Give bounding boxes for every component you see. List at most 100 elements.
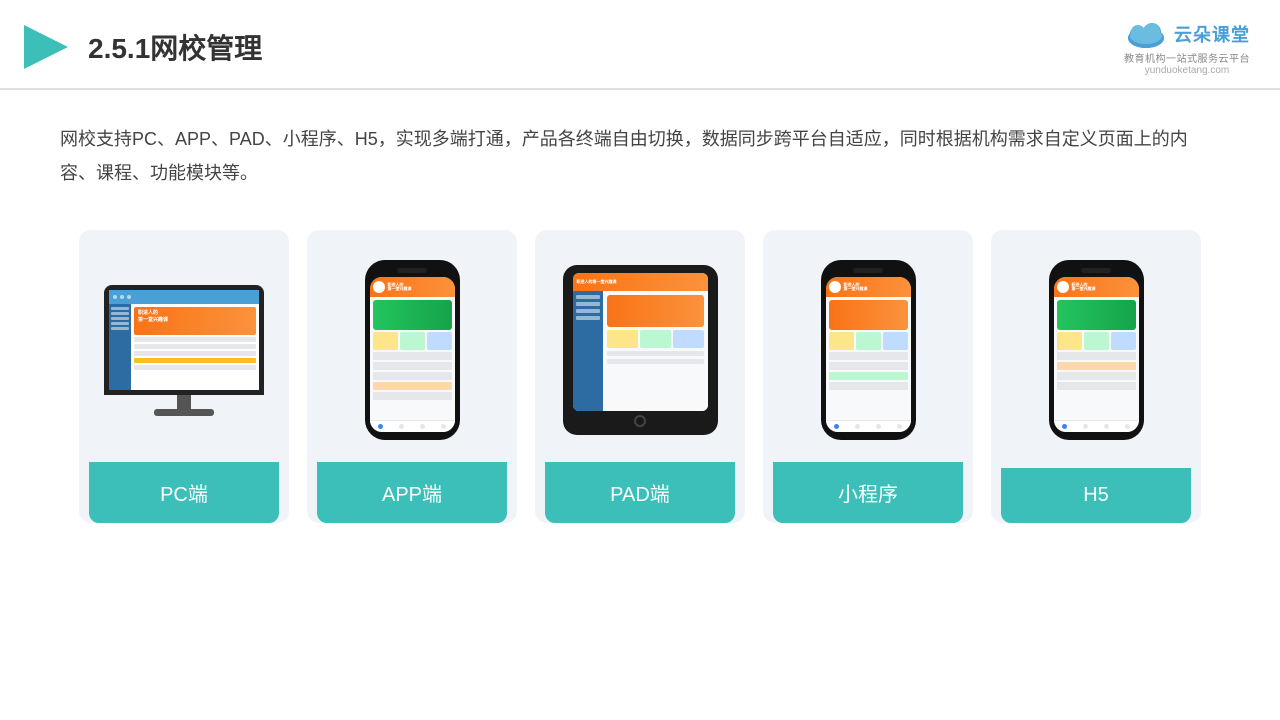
- miniapp-phone-screen: 职进人的第一堂兴趣课: [826, 277, 911, 432]
- app-list-1: [373, 352, 452, 360]
- miniapp-avatar: [829, 281, 841, 293]
- miniapp-bottom-dot-4: [897, 424, 902, 429]
- sidebar-bar-2: [111, 312, 129, 315]
- screen-top-bar: [109, 290, 259, 304]
- pad-screen-body: [573, 291, 708, 411]
- page-header: 2.5.1网校管理 云朵课堂 教育机构一站式服务云平台 yunduoketang…: [0, 0, 1280, 90]
- app-screen-top: 职进人的第一堂兴趣课: [370, 277, 455, 297]
- miniapp-bottom-dot-3: [876, 424, 881, 429]
- miniapp-screen-top: 职进人的第一堂兴趣课: [826, 277, 911, 297]
- h5-phone-screen: 职进人的第一堂兴趣课: [1054, 277, 1139, 432]
- h5-phone-mockup: 职进人的第一堂兴趣课: [1049, 260, 1144, 440]
- screen-dot-1: [113, 295, 117, 299]
- content-row-4: [134, 358, 256, 363]
- logo-subtitle: 教育机构一站式服务云平台: [1124, 50, 1250, 65]
- app-list-4: [373, 382, 452, 390]
- pad-main: [603, 291, 708, 411]
- monitor-screen: 职进人的第一堂兴趣课: [109, 290, 259, 390]
- content-row-5: [134, 365, 256, 370]
- monitor-body: 职进人的第一堂兴趣课: [104, 285, 264, 395]
- miniapp-image-area: 职进人的第一堂兴趣课: [773, 250, 963, 450]
- h5-list-3: [1057, 372, 1136, 380]
- app-grid-1: [373, 332, 398, 350]
- card-label-miniapp: 小程序: [773, 462, 963, 523]
- pad-screen-top: 职进人的第一堂兴趣课: [573, 273, 708, 291]
- app-avatar: [373, 281, 385, 293]
- pad-mockup: 职进人的第一堂兴趣课: [563, 265, 718, 435]
- logo-cloud: 云朵课堂: [1124, 18, 1250, 50]
- h5-grid-2: [1084, 332, 1109, 350]
- card-label-h5: H5: [1001, 468, 1191, 523]
- miniapp-list-1: [829, 352, 908, 360]
- h5-screen-body: [1054, 297, 1139, 420]
- h5-bottom-dot-3: [1104, 424, 1109, 429]
- h5-screen-top: 职进人的第一堂兴趣课: [1054, 277, 1139, 297]
- miniapp-bottom-dot-1: [834, 424, 839, 429]
- h5-banner: [1057, 300, 1136, 330]
- h5-bottom-bar: [1054, 420, 1139, 432]
- h5-top-text: 职进人的第一堂兴趣课: [1072, 283, 1096, 293]
- card-miniapp: 职进人的第一堂兴趣课: [763, 230, 973, 523]
- miniapp-grid-2: [856, 332, 881, 350]
- card-pad: 职进人的第一堂兴趣课: [535, 230, 745, 523]
- miniapp-list-3: [829, 372, 908, 380]
- screen-dot-2: [120, 295, 124, 299]
- app-phone-grid: [373, 332, 452, 350]
- pad-grid-2: [640, 330, 671, 348]
- app-grid-3: [427, 332, 452, 350]
- app-list-5: [373, 392, 452, 400]
- h5-grid-3: [1111, 332, 1136, 350]
- pad-banner: [607, 295, 704, 327]
- miniapp-grid-1: [829, 332, 854, 350]
- pad-row-2: [607, 359, 704, 364]
- app-screen-top-text: 职进人的第一堂兴趣课: [388, 283, 412, 293]
- logo-area: 云朵课堂 教育机构一站式服务云平台 yunduoketang.com: [1124, 18, 1250, 76]
- h5-avatar: [1057, 281, 1069, 293]
- card-h5: 职进人的第一堂兴趣课: [991, 230, 1201, 523]
- pad-grid-3: [673, 330, 704, 348]
- screen-dot-3: [127, 295, 131, 299]
- pc-monitor: 职进人的第一堂兴趣课: [104, 285, 264, 416]
- miniapp-bottom-bar: [826, 420, 911, 432]
- pad-sidebar-bar-4: [576, 316, 600, 320]
- app-list-3: [373, 372, 452, 380]
- app-bottom-dot-4: [441, 424, 446, 429]
- monitor-neck: [177, 395, 191, 409]
- h5-list-2: [1057, 362, 1136, 370]
- h5-bottom-dot-4: [1125, 424, 1130, 429]
- card-label-app: APP端: [317, 462, 507, 523]
- app-bottom-dot-1: [378, 424, 383, 429]
- pad-sidebar-bar-1: [576, 295, 600, 299]
- h5-bottom-dot-2: [1083, 424, 1088, 429]
- app-screen-body: [370, 297, 455, 420]
- page-title: 2.5.1网校管理: [88, 27, 262, 67]
- h5-grid-1: [1057, 332, 1082, 350]
- miniapp-list-2: [829, 362, 908, 370]
- description-paragraph: 网校支持PC、APP、PAD、小程序、H5，实现多端打通，产品各终端自由切换，数…: [60, 122, 1220, 190]
- device-cards-section: 职进人的第一堂兴趣课: [0, 200, 1280, 553]
- screen-content-area: 职进人的第一堂兴趣课: [109, 304, 259, 390]
- miniapp-banner: [829, 300, 908, 330]
- logo-url: yunduoketang.com: [1145, 65, 1230, 76]
- pad-grid-1: [607, 330, 638, 348]
- h5-grid: [1057, 332, 1136, 350]
- app-bottom-bar: [370, 420, 455, 432]
- logo-text: 云朵课堂: [1174, 21, 1250, 47]
- monitor-base: [154, 409, 214, 416]
- content-row-1: [134, 337, 256, 342]
- app-grid-2: [400, 332, 425, 350]
- h5-bottom-dot-1: [1062, 424, 1067, 429]
- content-banner: 职进人的第一堂兴趣课: [134, 307, 256, 335]
- cloud-logo-icon: [1124, 18, 1168, 50]
- phone-notch: [397, 268, 427, 273]
- pc-image-area: 职进人的第一堂兴趣课: [89, 250, 279, 450]
- pad-grid: [607, 330, 704, 348]
- app-phone-mockup: 职进人的第一堂兴趣课: [365, 260, 460, 440]
- miniapp-bottom-dot-2: [855, 424, 860, 429]
- app-bottom-dot-2: [399, 424, 404, 429]
- miniapp-grid: [829, 332, 908, 350]
- pad-sidebar-bar-3: [576, 309, 600, 313]
- h5-image-area: 职进人的第一堂兴趣课: [1001, 250, 1191, 450]
- h5-list-1: [1057, 352, 1136, 360]
- card-label-pc: PC端: [89, 462, 279, 523]
